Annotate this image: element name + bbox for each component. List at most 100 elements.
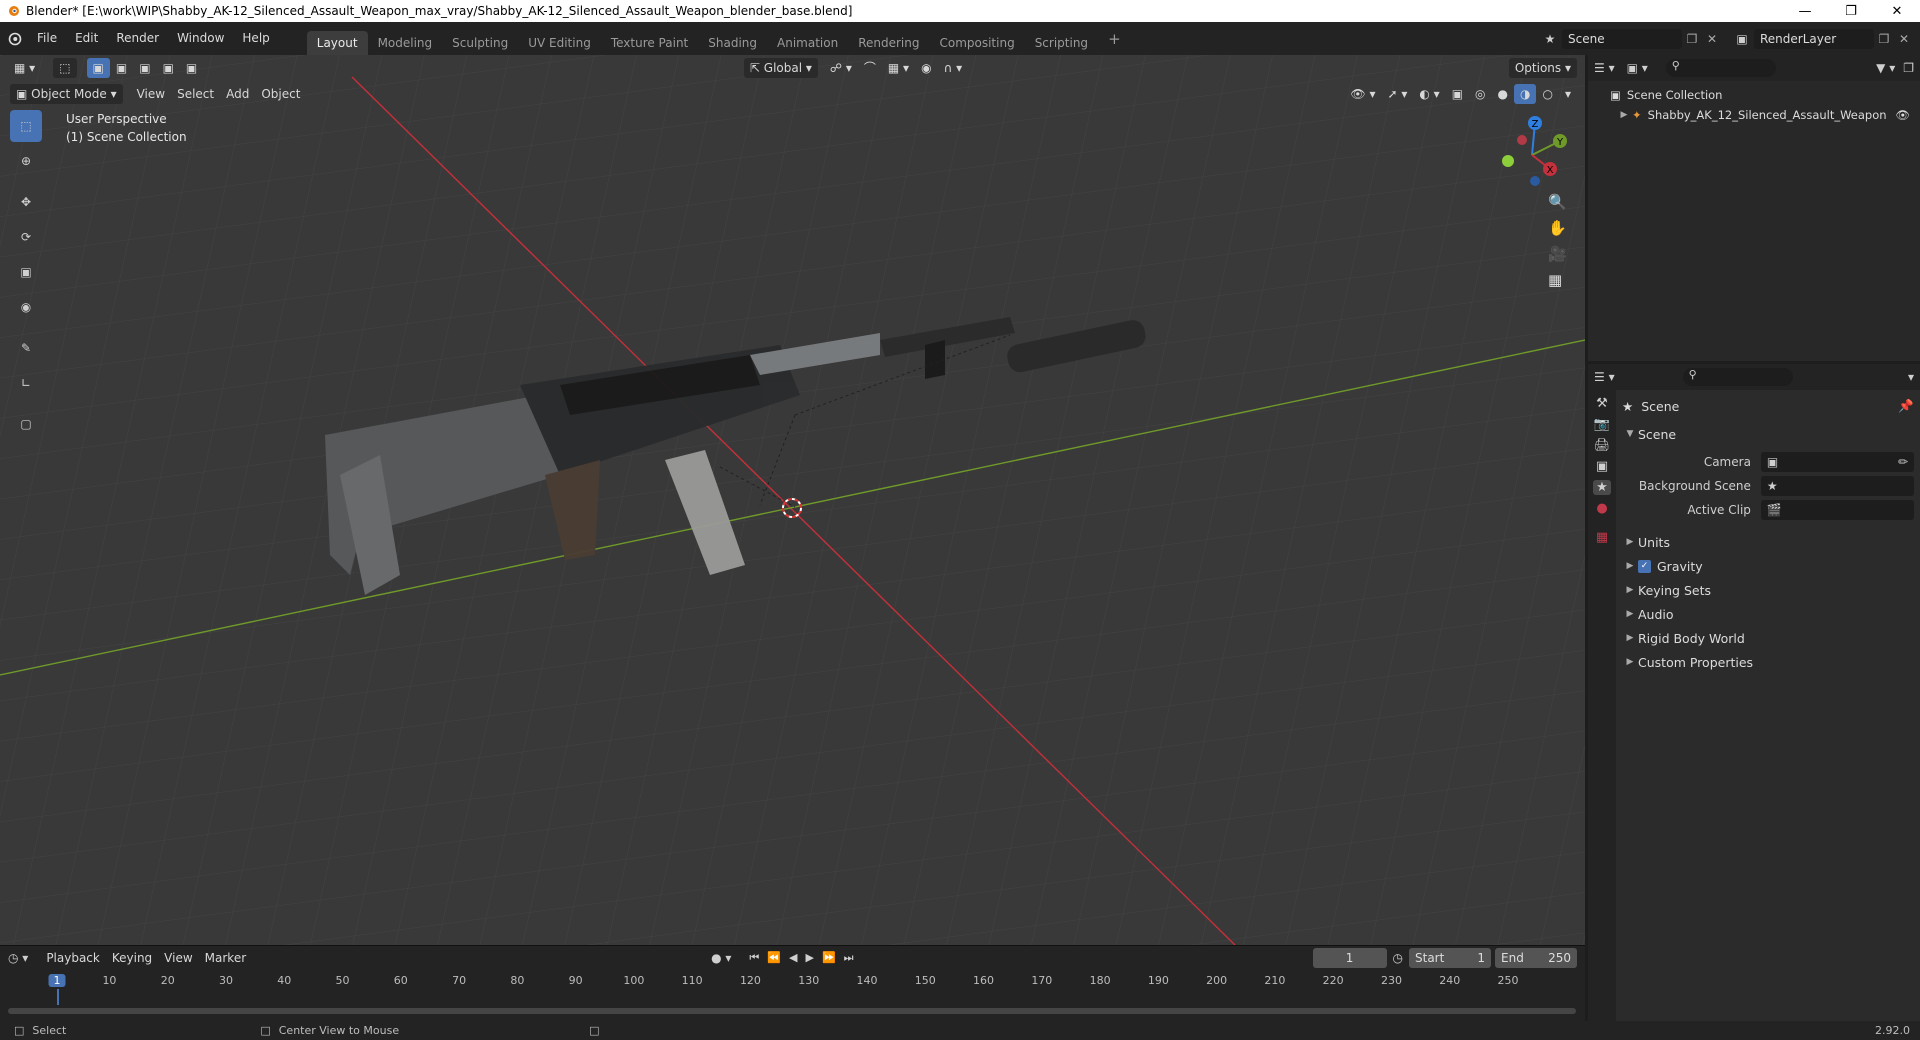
shading-rendered-icon[interactable]: ○ [1536,84,1558,104]
jump-start-icon[interactable]: ⏮ [749,951,759,965]
eyedropper-icon[interactable]: ✏ [1898,455,1908,469]
remove-layer-icon[interactable]: ✕ [1894,32,1914,46]
rotate-tool-icon[interactable]: ⟳ [10,221,42,253]
gizmo-toggle-icon[interactable]: ➚ ▾ [1381,84,1413,104]
xray-toggle-icon[interactable]: ▣ [1446,84,1469,104]
end-frame-field[interactable]: End 250 [1495,948,1577,968]
tab-animation[interactable]: Animation [767,31,848,55]
menu-file[interactable]: File [28,22,66,55]
select-invert-icon[interactable]: ▣ [157,58,180,78]
select-subtract-icon[interactable]: ▣ [133,58,156,78]
panel-rigid-body-world[interactable]: ▶ Rigid Body World [1622,626,1914,650]
render-layer-icon[interactable]: ▣ [1730,32,1754,46]
panel-audio[interactable]: ▶ Audio [1622,602,1914,626]
viewport-menu-select[interactable]: Select [171,84,220,104]
visibility-eye-icon[interactable]: 👁 [1895,108,1910,122]
panel-keying-sets[interactable]: ▶ Keying Sets [1622,578,1914,602]
scene-section-header[interactable]: ▼ Scene [1622,422,1914,446]
tab-texture-paint[interactable]: Texture Paint [601,31,698,55]
output-tab-icon[interactable]: 🖨 [1594,438,1611,453]
transform-tool-icon[interactable]: ◉ [10,291,42,323]
annotate-tool-icon[interactable]: ✎ [10,332,42,364]
scale-tool-icon[interactable]: ▣ [10,256,42,288]
tab-scripting[interactable]: Scripting [1025,31,1098,55]
move-tool-icon[interactable]: ✥ [10,186,42,218]
tab-shading[interactable]: Shading [698,31,767,55]
timeline-menu-playback[interactable]: Playback [40,948,106,968]
shading-wireframe-icon[interactable]: ◎ [1469,84,1491,104]
texture-tab-icon[interactable]: ▦ [1596,530,1608,545]
panel-custom-properties[interactable]: ▶ Custom Properties [1622,650,1914,674]
new-collection-icon[interactable]: ❐ [1903,61,1914,75]
gravity-checkbox[interactable]: ✓ [1638,559,1651,573]
tab-modeling[interactable]: Modeling [368,31,443,55]
viewport-menu-view[interactable]: View [131,84,171,104]
filter-icon[interactable]: ▼ ▾ [1876,61,1895,75]
preview-range-icon[interactable]: ◷ [1393,951,1403,965]
expand-arrow-icon[interactable]: ▶ [1616,110,1632,120]
view-layer-tab-icon[interactable]: ▣ [1596,459,1608,474]
camera-view-icon[interactable]: 🎥 [1548,245,1567,263]
proportional-falloff-icon[interactable]: ∩ ▾ [938,58,969,78]
prev-keyframe-icon[interactable]: ⏪ [767,951,781,965]
cursor-tool-icon[interactable]: ⊕ [10,145,42,177]
pin-icon[interactable]: 📌 [1898,398,1914,414]
select-intersect-icon[interactable]: ▣ [180,58,203,78]
playhead[interactable] [57,989,59,1005]
play-reverse-icon[interactable]: ◀ [789,951,797,965]
proportional-edit-icon[interactable]: ◉ [915,58,937,78]
add-workspace-button[interactable]: + [1098,27,1131,51]
blender-menu-icon[interactable] [0,31,28,47]
options-dropdown[interactable]: Options ▾ [1508,58,1577,78]
tool-tab-icon[interactable]: ⚒ [1596,396,1608,411]
editor-type-button[interactable]: ▦ ▾ [8,58,41,78]
scene-tab-icon[interactable]: ★ [1593,480,1611,495]
measure-tool-icon[interactable]: ∟ [10,367,42,399]
select-extend-icon[interactable]: ▣ [110,58,133,78]
ortho-grid-icon[interactable]: ▦ [1548,271,1567,289]
render-layer-field[interactable]: RenderLayer [1754,28,1874,49]
snap-target-icon[interactable]: ▦ ▾ [882,58,915,78]
3d-viewport[interactable]: ▦ ▾ ⬚ ▣ ▣ ▣ ▣ ▣ ⇱ Global ▾ ☍ ▾ ⌒ ▦ ▾ ◉ ∩… [0,55,1585,945]
timeline-menu-view[interactable]: View [158,948,198,968]
auto-keying-icon[interactable]: ● ▾ [711,951,731,965]
outliner-root-row[interactable]: ▣ Scene Collection [1588,85,1920,105]
background-scene-field[interactable]: ★ [1760,476,1914,496]
jump-end-icon[interactable]: ⏭ [844,951,854,965]
world-tab-icon[interactable]: ● [1596,501,1607,516]
viewport-menu-object[interactable]: Object [255,84,306,104]
tab-uv-editing[interactable]: UV Editing [518,31,601,55]
menu-help[interactable]: Help [233,22,278,55]
frame-ruler[interactable]: 1 10 20 30 40 50 60 70 80 90 100 110 120 130 140 150 160… [0,971,1585,1005]
menu-window[interactable]: Window [168,22,233,55]
timeline-scrollbar[interactable] [8,1008,1576,1014]
tab-compositing[interactable]: Compositing [929,31,1024,55]
restore-button[interactable]: ❐ [1828,0,1874,22]
mode-dropdown[interactable]: ▣ Object Mode ▾ [10,84,123,104]
tool-select-box-icon[interactable]: ⬚ [53,58,77,78]
shading-solid-icon[interactable]: ● [1492,84,1514,104]
properties-options-icon[interactable]: ▾ [1908,370,1914,384]
panel-units[interactable]: ▶ Units [1622,530,1914,554]
viewport-menu-add[interactable]: Add [220,84,255,104]
properties-editor-icon[interactable]: ☰ ▾ [1594,370,1615,384]
active-clip-field[interactable]: 🎬 [1760,500,1914,520]
timeline-menu-marker[interactable]: Marker [199,948,252,968]
overlay-toggle-icon[interactable]: ◐ ▾ [1413,84,1445,104]
new-scene-icon[interactable]: ❐ [1682,32,1702,46]
tab-layout[interactable]: Layout [306,31,368,55]
tab-rendering[interactable]: Rendering [848,31,929,55]
select-box-tool-icon[interactable]: ⬚ [10,110,42,142]
snap-icon[interactable]: ⌒ [858,58,882,78]
select-new-icon[interactable]: ▣ [86,58,110,78]
timeline-editor-icon[interactable]: ◷ ▾ [8,951,28,965]
close-window-button[interactable]: ✕ [1874,0,1920,22]
remove-scene-icon[interactable]: ✕ [1702,32,1722,46]
camera-field[interactable]: ▣ ✏ [1760,452,1914,472]
shading-material-icon[interactable]: ◑ [1514,84,1537,104]
minimize-button[interactable]: — [1782,0,1828,22]
pivot-point-icon[interactable]: ☍ ▾ [824,58,858,78]
tab-sculpting[interactable]: Sculpting [442,31,518,55]
outliner-editor-icon[interactable]: ☰ ▾ [1594,61,1615,75]
menu-edit[interactable]: Edit [66,22,107,55]
